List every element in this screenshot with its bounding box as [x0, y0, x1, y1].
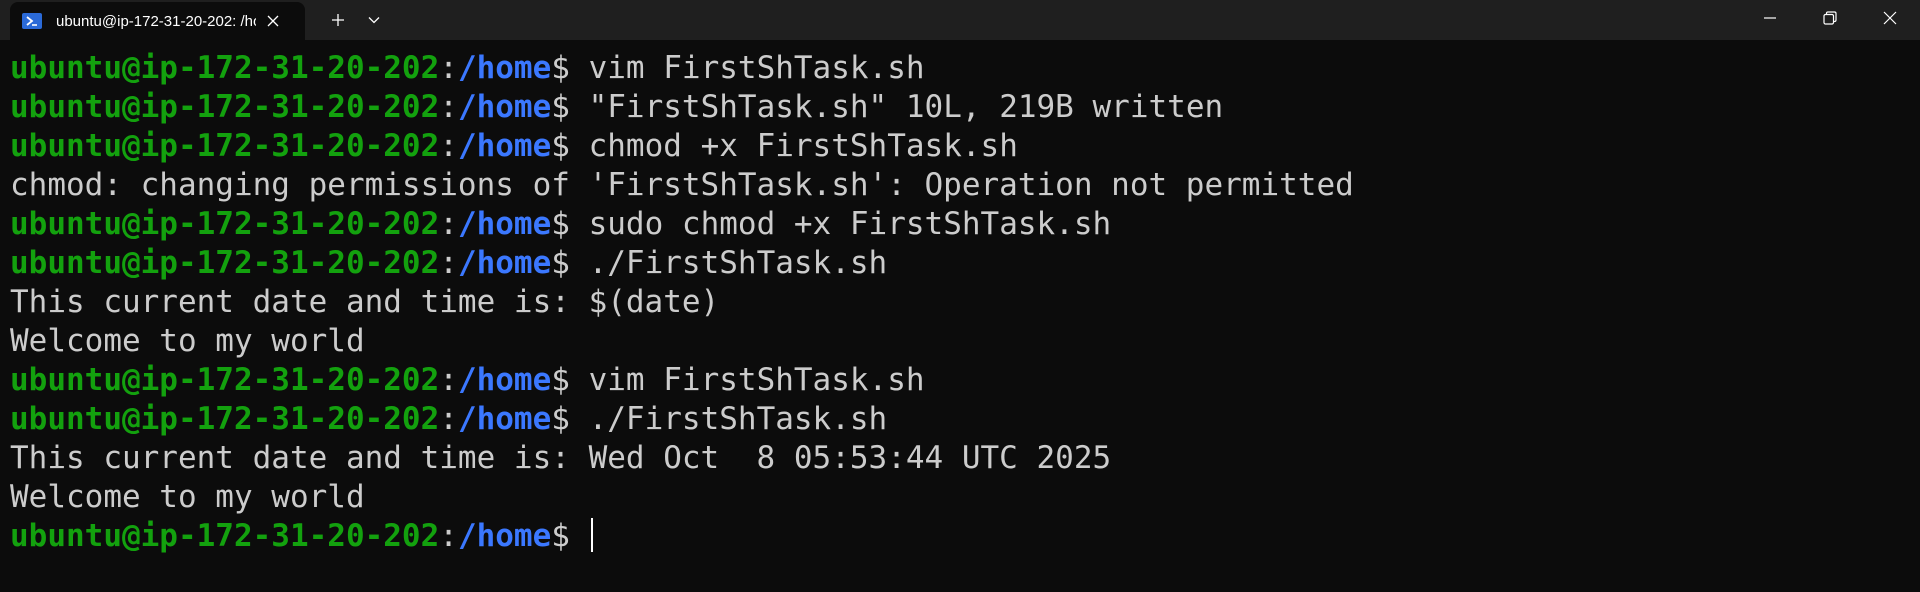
command-text: sudo chmod +x FirstShTask.sh: [588, 206, 1112, 242]
prompt-colon: :: [439, 518, 458, 554]
prompt-path: /home: [457, 245, 552, 281]
output-line: This current date and time is: Wed Oct 8…: [10, 439, 1920, 478]
terminal-tab[interactable]: ubuntu@ip-172-31-20-202: /home: [10, 2, 305, 40]
terminal-window: ubuntu@ip-172-31-20-202: /home: [0, 0, 1920, 592]
terminal-output[interactable]: ubuntu@ip-172-31-20-202:/home$ vim First…: [0, 40, 1920, 556]
command-text: vim FirstShTask.sh: [588, 50, 925, 86]
prompt-line: ubuntu@ip-172-31-20-202:/home$ ./FirstSh…: [10, 244, 1920, 283]
output-line: Welcome to my world: [10, 478, 1920, 517]
text-cursor: [590, 517, 593, 552]
prompt-user: ubuntu@ip-172-31-20-202: [10, 518, 440, 554]
output-text: chmod: changing permissions of 'FirstShT…: [10, 167, 1354, 203]
prompt-user: ubuntu@ip-172-31-20-202: [10, 401, 440, 437]
command-text: "FirstShTask.sh" 10L, 219B written: [588, 89, 1224, 125]
prompt-line: ubuntu@ip-172-31-20-202:/home$ chmod +x …: [10, 127, 1920, 166]
output-text: Welcome to my world: [10, 479, 365, 515]
prompt-user: ubuntu@ip-172-31-20-202: [10, 206, 440, 242]
prompt-colon: :: [439, 50, 458, 86]
prompt-path: /home: [457, 50, 552, 86]
output-text: This current date and time is: Wed Oct 8…: [10, 440, 1112, 476]
prompt-colon: :: [439, 89, 458, 125]
prompt-symbol: $: [551, 89, 589, 125]
prompt-line: ubuntu@ip-172-31-20-202:/home$: [10, 517, 1920, 556]
chevron-down-icon[interactable]: [362, 8, 386, 32]
prompt-path: /home: [457, 401, 552, 437]
prompt-colon: :: [439, 362, 458, 398]
prompt-symbol: $: [551, 245, 589, 281]
plus-icon[interactable]: [326, 8, 350, 32]
prompt-colon: :: [439, 206, 458, 242]
prompt-symbol: $: [551, 362, 589, 398]
prompt-symbol: $: [551, 401, 589, 437]
command-text: chmod +x FirstShTask.sh: [588, 128, 1018, 164]
output-line: Welcome to my world: [10, 322, 1920, 361]
prompt-symbol: $: [551, 50, 589, 86]
prompt-line: ubuntu@ip-172-31-20-202:/home$ "FirstShT…: [10, 88, 1920, 127]
command-text: vim FirstShTask.sh: [588, 362, 925, 398]
prompt-line: ubuntu@ip-172-31-20-202:/home$ vim First…: [10, 49, 1920, 88]
prompt-colon: :: [439, 401, 458, 437]
prompt-path: /home: [457, 89, 552, 125]
prompt-user: ubuntu@ip-172-31-20-202: [10, 362, 440, 398]
prompt-line: ubuntu@ip-172-31-20-202:/home$ sudo chmo…: [10, 205, 1920, 244]
prompt-colon: :: [439, 245, 458, 281]
powershell-icon: [22, 13, 42, 29]
prompt-path: /home: [457, 206, 552, 242]
prompt-path: /home: [457, 362, 552, 398]
output-text: Welcome to my world: [10, 323, 365, 359]
command-text: ./FirstShTask.sh: [588, 245, 888, 281]
prompt-user: ubuntu@ip-172-31-20-202: [10, 89, 440, 125]
window-close-icon[interactable]: [1860, 0, 1920, 36]
prompt-line: ubuntu@ip-172-31-20-202:/home$ ./FirstSh…: [10, 400, 1920, 439]
prompt-user: ubuntu@ip-172-31-20-202: [10, 128, 440, 164]
prompt-line: ubuntu@ip-172-31-20-202:/home$ vim First…: [10, 361, 1920, 400]
output-line: chmod: changing permissions of 'FirstShT…: [10, 166, 1920, 205]
restore-icon[interactable]: [1800, 0, 1860, 36]
prompt-symbol: $: [551, 518, 589, 554]
prompt-symbol: $: [551, 206, 589, 242]
close-icon[interactable]: [263, 11, 283, 31]
prompt-colon: :: [439, 128, 458, 164]
output-line: This current date and time is: $(date): [10, 283, 1920, 322]
title-bar: ubuntu@ip-172-31-20-202: /home: [0, 0, 1920, 40]
prompt-user: ubuntu@ip-172-31-20-202: [10, 245, 440, 281]
tab-title: ubuntu@ip-172-31-20-202: /home: [56, 12, 256, 30]
output-text: This current date and time is: $(date): [10, 284, 720, 320]
prompt-symbol: $: [551, 128, 589, 164]
minimize-icon[interactable]: [1740, 0, 1800, 36]
prompt-user: ubuntu@ip-172-31-20-202: [10, 50, 440, 86]
prompt-path: /home: [457, 128, 552, 164]
command-text: ./FirstShTask.sh: [588, 401, 888, 437]
prompt-path: /home: [457, 518, 552, 554]
window-controls: [1740, 0, 1920, 40]
